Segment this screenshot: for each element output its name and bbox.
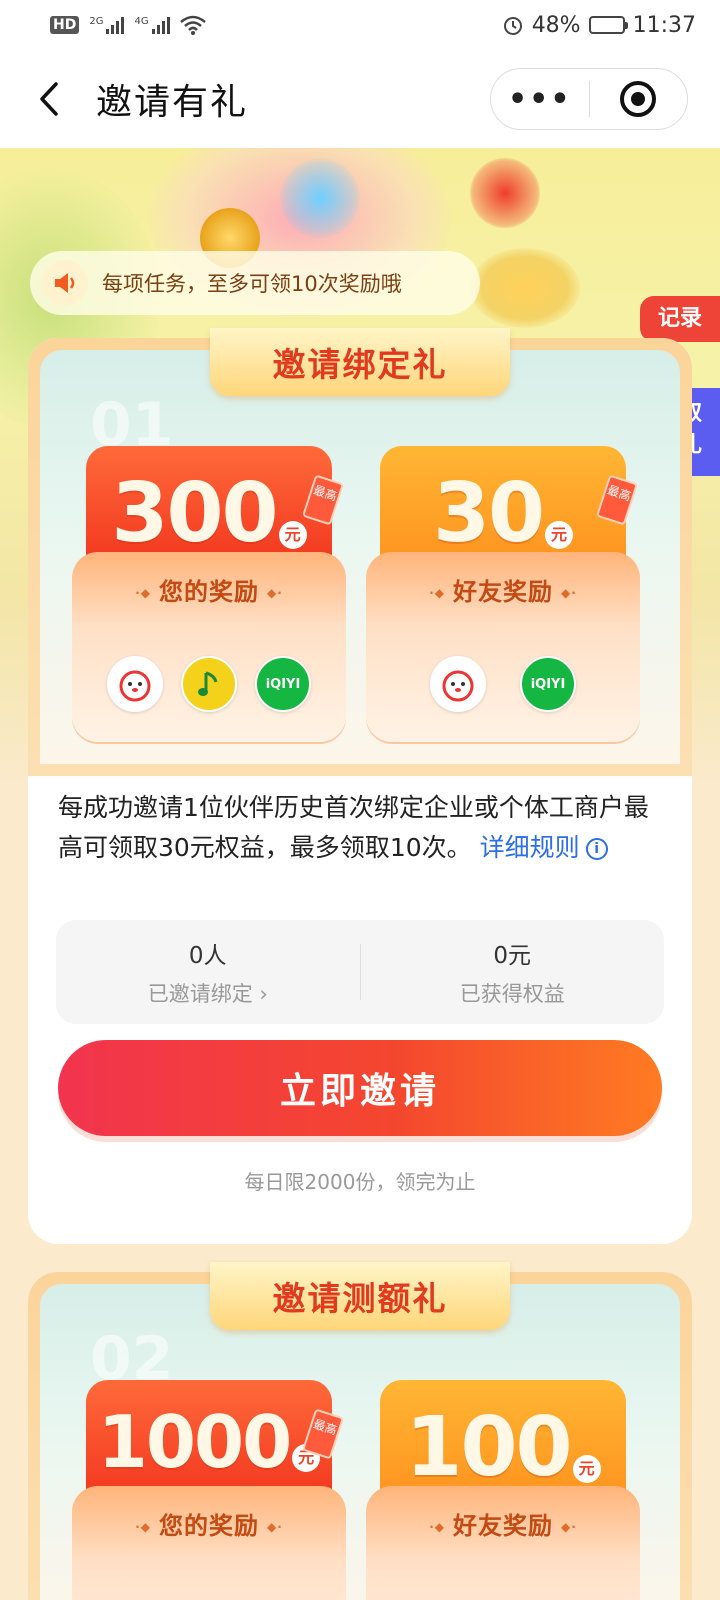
card-title-ribbon: 邀请测额礼 bbox=[210, 1262, 510, 1330]
envelope-front: 好友奖励 bbox=[366, 1486, 640, 1600]
earned-stat: 0元 已获得权益 bbox=[361, 936, 665, 1008]
friend-reward-amount: 30 元 bbox=[380, 466, 626, 561]
your-reward-amount: 300 元 bbox=[86, 466, 332, 561]
close-target-button[interactable] bbox=[590, 80, 688, 118]
more-button[interactable]: ••• bbox=[491, 82, 589, 117]
envelope-front: 您的奖励 iQIYI bbox=[72, 552, 346, 742]
invite-now-button[interactable]: 立即邀请 bbox=[58, 1040, 662, 1136]
clock: 11:37 bbox=[632, 12, 696, 38]
reward-label: 您的奖励 bbox=[72, 1506, 346, 1541]
your-reward-envelope: 1000元 最高 您的奖励 bbox=[72, 1380, 346, 1600]
card-top-frame: 02 1000元 最高 您的奖励 100元 好友奖励 bbox=[28, 1262, 692, 1600]
amount-number: 1000 bbox=[97, 1400, 292, 1484]
envelope-front: 好友奖励 iQIYI bbox=[366, 552, 640, 742]
status-bar: HD 2G 4G 48% 11:37 bbox=[0, 0, 720, 50]
friend-reward-envelope: 30元 最高 好友奖励 iQIYI bbox=[366, 446, 640, 742]
amount-number: 300 bbox=[111, 466, 278, 561]
earned-value: 0元 bbox=[493, 943, 532, 969]
brand-row: iQIYI bbox=[366, 656, 640, 712]
card-title: 邀请绑定礼 bbox=[272, 345, 448, 384]
invite-bind-card: 01 300元 最高 您的奖励 iQIYI bbox=[28, 328, 692, 1244]
invited-stat[interactable]: 0人 已邀请绑定 › bbox=[56, 936, 360, 1008]
brand-row: iQIYI bbox=[72, 656, 346, 712]
status-left: HD 2G 4G bbox=[50, 15, 206, 35]
amount-unit: 元 bbox=[545, 521, 574, 549]
detailed-rules-link[interactable]: 详细规则 bbox=[480, 833, 580, 862]
invite-credit-card: 02 1000元 最高 您的奖励 100元 好友奖励 bbox=[28, 1262, 692, 1600]
envelope-decoration bbox=[470, 158, 540, 228]
amount-unit: 元 bbox=[278, 521, 307, 549]
reward-label: 您的奖励 bbox=[72, 572, 346, 607]
qq-music-logo-icon bbox=[181, 656, 237, 712]
nav-bar: 邀请有礼 ••• bbox=[0, 50, 720, 148]
daily-limit-text: 每日限2000份，领完为止 bbox=[244, 1170, 476, 1194]
reward-label: 好友奖励 bbox=[366, 1506, 640, 1541]
signal-2g-icon: 2G bbox=[89, 16, 125, 34]
chevron-right-icon: › bbox=[259, 982, 268, 1006]
your-reward-envelope: 300元 最高 您的奖励 iQIYI bbox=[72, 446, 346, 742]
card-title: 邀请测额礼 bbox=[272, 1279, 448, 1318]
iqiyi-logo-icon: iQIYI bbox=[255, 656, 311, 712]
card-top-panel: 01 300元 最高 您的奖励 iQIYI bbox=[40, 350, 680, 764]
card-title-ribbon: 邀请绑定礼 bbox=[210, 328, 510, 396]
amount-unit: 元 bbox=[572, 1455, 601, 1483]
hd-badge: HD bbox=[50, 16, 80, 34]
your-reward-amount: 1000 元 bbox=[86, 1400, 332, 1484]
amount-number: 100 bbox=[405, 1400, 572, 1495]
ingot-decoration bbox=[470, 248, 580, 328]
mini-program-capsule: ••• bbox=[490, 68, 688, 130]
page-title: 邀请有礼 bbox=[96, 82, 249, 123]
info-icon[interactable]: i bbox=[585, 838, 608, 860]
envelope-front: 您的奖励 bbox=[72, 1486, 346, 1600]
speaker-icon bbox=[42, 260, 88, 306]
amount-number: 30 bbox=[432, 466, 545, 561]
card-top-frame: 01 300元 最高 您的奖励 iQIYI bbox=[28, 328, 692, 776]
invited-label: 已邀请绑定 › bbox=[147, 982, 268, 1006]
notice-text: 每项任务，至多可领10次奖励哦 bbox=[102, 272, 402, 296]
notice-bar: 每项任务，至多可领10次奖励哦 bbox=[30, 251, 480, 315]
iqiyi-logo-icon: iQIYI bbox=[520, 656, 576, 712]
jd-logo-icon bbox=[430, 656, 486, 712]
record-tab[interactable]: 记录 bbox=[640, 296, 720, 342]
reward-description: 每成功邀请1位伙伴历史首次绑定企业或个体工商户最高可领取30元权益，最多领取10… bbox=[58, 788, 662, 868]
target-icon bbox=[620, 81, 657, 117]
card-top-panel: 02 1000元 最高 您的奖励 100元 好友奖励 bbox=[40, 1284, 680, 1600]
stats-panel: 0人 已邀请绑定 › 0元 已获得权益 bbox=[56, 920, 664, 1024]
invited-count: 0人 bbox=[188, 943, 227, 969]
signal-4g-icon: 4G bbox=[134, 16, 170, 34]
battery-icon bbox=[588, 16, 628, 34]
alarm-icon bbox=[503, 17, 522, 35]
battery-percent: 48% bbox=[531, 12, 581, 38]
back-icon[interactable] bbox=[32, 82, 66, 116]
status-right: 48% 11:37 bbox=[502, 13, 696, 38]
jd-logo-icon bbox=[107, 656, 163, 712]
wifi-icon bbox=[179, 15, 206, 35]
reward-label: 好友奖励 bbox=[366, 572, 640, 607]
friend-reward-envelope: 100元 好友奖励 bbox=[366, 1380, 640, 1600]
earned-label: 已获得权益 bbox=[459, 982, 565, 1006]
friend-reward-amount: 100 元 bbox=[380, 1400, 626, 1495]
star-decoration bbox=[280, 158, 360, 238]
